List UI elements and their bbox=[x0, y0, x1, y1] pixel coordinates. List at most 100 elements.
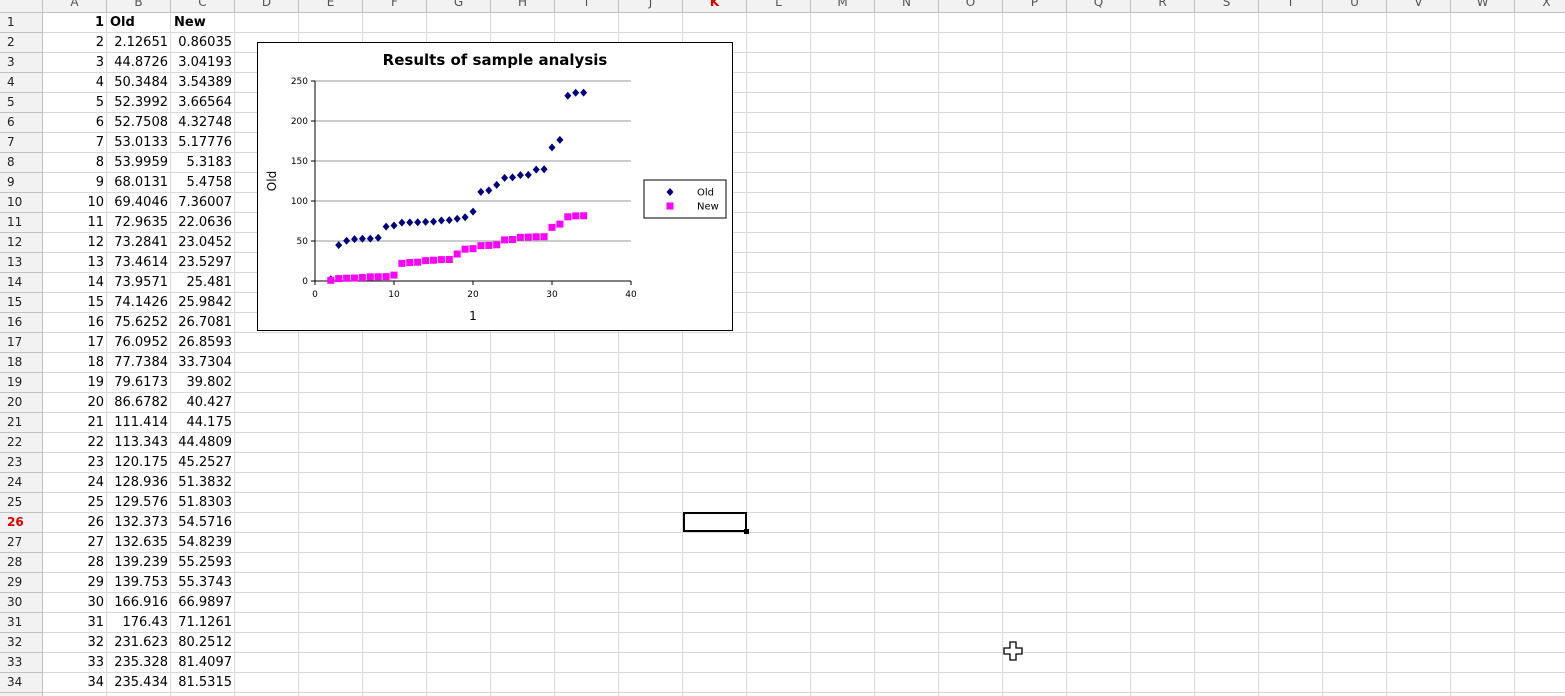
cell-c20[interactable]: 40.427 bbox=[171, 393, 235, 413]
cell-a29[interactable]: 29 bbox=[43, 573, 107, 593]
row-header-6[interactable]: 6 bbox=[0, 113, 42, 133]
row-header-34[interactable]: 34 bbox=[0, 673, 42, 693]
column-header-x[interactable]: X bbox=[1515, 0, 1565, 12]
cell-b10[interactable]: 69.4046 bbox=[107, 193, 171, 213]
cell-a34[interactable]: 34 bbox=[43, 673, 107, 693]
cell-b3[interactable]: 44.8726 bbox=[107, 53, 171, 73]
cell-c14[interactable]: 25.481 bbox=[171, 273, 235, 293]
row-header-16[interactable]: 16 bbox=[0, 313, 42, 333]
row-header-31[interactable]: 31 bbox=[0, 613, 42, 633]
cell-a16[interactable]: 16 bbox=[43, 313, 107, 333]
row-header-27[interactable]: 27 bbox=[0, 533, 42, 553]
column-header-j[interactable]: J bbox=[619, 0, 683, 12]
column-header-l[interactable]: L bbox=[747, 0, 811, 12]
cell-c6[interactable]: 4.32748 bbox=[171, 113, 235, 133]
cell-c17[interactable]: 26.8593 bbox=[171, 333, 235, 353]
row-header-24[interactable]: 24 bbox=[0, 473, 42, 493]
column-header-p[interactable]: P bbox=[1003, 0, 1067, 12]
cell-a27[interactable]: 27 bbox=[43, 533, 107, 553]
cell-a15[interactable]: 15 bbox=[43, 293, 107, 313]
cell-c4[interactable]: 3.54389 bbox=[171, 73, 235, 93]
cell-a1[interactable]: 1 bbox=[43, 13, 107, 33]
cell-c29[interactable]: 55.3743 bbox=[171, 573, 235, 593]
cell-b24[interactable]: 128.936 bbox=[107, 473, 171, 493]
cell-b14[interactable]: 73.9571 bbox=[107, 273, 171, 293]
cell-c25[interactable]: 51.8303 bbox=[171, 493, 235, 513]
cell-c5[interactable]: 3.66564 bbox=[171, 93, 235, 113]
row-header-25[interactable]: 25 bbox=[0, 493, 42, 513]
cell-c1[interactable]: New bbox=[171, 13, 235, 33]
cell-b30[interactable]: 166.916 bbox=[107, 593, 171, 613]
cell-b5[interactable]: 52.3992 bbox=[107, 93, 171, 113]
spreadsheet[interactable]: ABCDEFGHIJKLMNOPQRSTUVWX 1 2 3 4 5 6 7 8 9 10 11 12… bbox=[0, 0, 1565, 696]
row-header-3[interactable]: 3 bbox=[0, 53, 42, 73]
column-header-o[interactable]: O bbox=[939, 0, 1003, 12]
cell-a9[interactable]: 9 bbox=[43, 173, 107, 193]
cell-c11[interactable]: 22.0636 bbox=[171, 213, 235, 233]
cell-b20[interactable]: 86.6782 bbox=[107, 393, 171, 413]
column-header-b[interactable]: B bbox=[107, 0, 171, 12]
cell-a12[interactable]: 12 bbox=[43, 233, 107, 253]
cell-a18[interactable]: 18 bbox=[43, 353, 107, 373]
cell-b28[interactable]: 139.239 bbox=[107, 553, 171, 573]
cell-b16[interactable]: 75.6252 bbox=[107, 313, 171, 333]
cell-a23[interactable]: 23 bbox=[43, 453, 107, 473]
row-header-10[interactable]: 10 bbox=[0, 193, 42, 213]
row-header-1[interactable]: 1 bbox=[0, 13, 42, 33]
cell-a20[interactable]: 20 bbox=[43, 393, 107, 413]
cell-b27[interactable]: 132.635 bbox=[107, 533, 171, 553]
cell-a14[interactable]: 14 bbox=[43, 273, 107, 293]
cell-a25[interactable]: 25 bbox=[43, 493, 107, 513]
cell-b33[interactable]: 235.328 bbox=[107, 653, 171, 673]
column-header-s[interactable]: S bbox=[1195, 0, 1259, 12]
cell-a7[interactable]: 7 bbox=[43, 133, 107, 153]
cell-c27[interactable]: 54.8239 bbox=[171, 533, 235, 553]
cell-c30[interactable]: 66.9897 bbox=[171, 593, 235, 613]
cell-c33[interactable]: 81.4097 bbox=[171, 653, 235, 673]
cell-c28[interactable]: 55.2593 bbox=[171, 553, 235, 573]
cell-c3[interactable]: 3.04193 bbox=[171, 53, 235, 73]
cell-a31[interactable]: 31 bbox=[43, 613, 107, 633]
cell-c34[interactable]: 81.5315 bbox=[171, 673, 235, 693]
column-header-h[interactable]: H bbox=[491, 0, 555, 12]
cell-a13[interactable]: 13 bbox=[43, 253, 107, 273]
cell-b21[interactable]: 111.414 bbox=[107, 413, 171, 433]
cell-c9[interactable]: 5.4758 bbox=[171, 173, 235, 193]
cell-c24[interactable]: 51.3832 bbox=[171, 473, 235, 493]
cell-a24[interactable]: 24 bbox=[43, 473, 107, 493]
cell-b15[interactable]: 74.1426 bbox=[107, 293, 171, 313]
column-header-n[interactable]: N bbox=[875, 0, 939, 12]
cell-c10[interactable]: 7.36007 bbox=[171, 193, 235, 213]
select-all-corner[interactable] bbox=[0, 0, 43, 12]
column-header-c[interactable]: C bbox=[171, 0, 235, 12]
cell-c31[interactable]: 71.1261 bbox=[171, 613, 235, 633]
cell-c22[interactable]: 44.4809 bbox=[171, 433, 235, 453]
row-header-33[interactable]: 33 bbox=[0, 653, 42, 673]
cell-b8[interactable]: 53.9959 bbox=[107, 153, 171, 173]
row-header-29[interactable]: 29 bbox=[0, 573, 42, 593]
chart-object[interactable]: Results of sample analysis 0 50 100 150 200 25… bbox=[257, 42, 733, 331]
cell-a5[interactable]: 5 bbox=[43, 93, 107, 113]
row-header-26[interactable]: 26 bbox=[0, 513, 42, 533]
row-header-18[interactable]: 18 bbox=[0, 353, 42, 373]
cell-b4[interactable]: 50.3484 bbox=[107, 73, 171, 93]
column-header-e[interactable]: E bbox=[299, 0, 363, 12]
row-header-12[interactable]: 12 bbox=[0, 233, 42, 253]
column-header-r[interactable]: R bbox=[1131, 0, 1195, 12]
column-header-w[interactable]: W bbox=[1451, 0, 1515, 12]
cell-c18[interactable]: 33.7304 bbox=[171, 353, 235, 373]
row-header-17[interactable]: 17 bbox=[0, 333, 42, 353]
cell-b19[interactable]: 79.6173 bbox=[107, 373, 171, 393]
cell-b9[interactable]: 68.0131 bbox=[107, 173, 171, 193]
row-header-11[interactable]: 11 bbox=[0, 213, 42, 233]
fill-handle[interactable] bbox=[744, 529, 749, 534]
row-header-19[interactable]: 19 bbox=[0, 373, 42, 393]
cell-a21[interactable]: 21 bbox=[43, 413, 107, 433]
column-header-m[interactable]: M bbox=[811, 0, 875, 12]
cell-a10[interactable]: 10 bbox=[43, 193, 107, 213]
cell-c2[interactable]: 0.86035 bbox=[171, 33, 235, 53]
row-header-14[interactable]: 14 bbox=[0, 273, 42, 293]
cell-c8[interactable]: 5.3183 bbox=[171, 153, 235, 173]
row-header-2[interactable]: 2 bbox=[0, 33, 42, 53]
cell-b11[interactable]: 72.9635 bbox=[107, 213, 171, 233]
